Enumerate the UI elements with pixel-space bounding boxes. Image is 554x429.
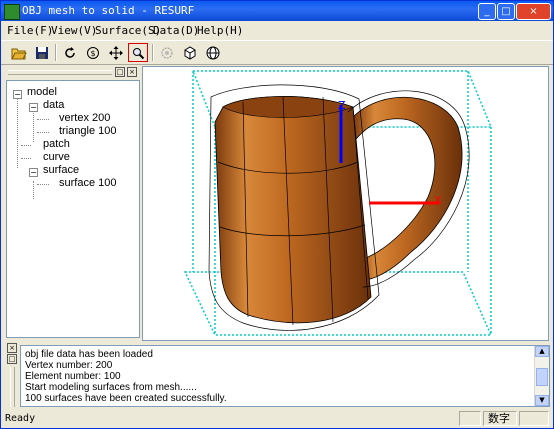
panel-float-button[interactable]: □ <box>115 67 125 77</box>
mug-model-render: Z X <box>183 70 493 336</box>
mug-handle <box>352 96 463 281</box>
toolbar: $ <box>1 40 553 65</box>
x-axis-label: X <box>434 194 442 207</box>
3d-viewport[interactable]: Z X <box>142 66 549 341</box>
close-button[interactable]: × <box>516 3 551 20</box>
tree-node-patch[interactable]: patch <box>43 138 70 150</box>
log-line: 100 surfaces have been created successfu… <box>25 393 227 404</box>
panel-grip[interactable] <box>8 70 112 75</box>
menu-bar: File(F) View(V) Surface(S) Data(D) Help(… <box>1 21 553 40</box>
mug-body <box>214 96 372 324</box>
expand-data-toggle[interactable]: − <box>29 103 38 112</box>
log-line: Start modeling surfaces from mesh...... <box>25 382 197 393</box>
svg-text:$: $ <box>90 49 95 58</box>
tree-node-surface[interactable]: surface <box>43 164 79 176</box>
minimize-button[interactable]: _ <box>478 3 496 20</box>
app-icon[interactable] <box>4 4 20 20</box>
status-text: Ready <box>5 413 36 424</box>
tree-node-curve[interactable]: curve <box>43 151 70 163</box>
tree-node-model[interactable]: model <box>27 86 57 98</box>
menu-view[interactable]: View(V) <box>51 24 97 37</box>
save-icon[interactable] <box>32 43 52 62</box>
expand-model-toggle[interactable]: − <box>13 90 22 99</box>
box-view-icon[interactable] <box>180 43 200 62</box>
scroll-thumb[interactable] <box>536 368 548 386</box>
tree-node-triangle[interactable]: triangle 100 <box>59 125 117 137</box>
status-pane-empty <box>459 411 481 426</box>
log-line: Vertex number: 200 <box>25 360 113 371</box>
window-title: OBJ mesh to solid - RESURF <box>22 4 195 17</box>
expand-surface-toggle[interactable]: − <box>29 168 38 177</box>
log-line: obj file data has been loaded <box>25 349 153 360</box>
z-axis-label: Z <box>338 99 346 112</box>
menu-data[interactable]: Data(D) <box>153 24 199 37</box>
panel-close-button[interactable]: × <box>127 67 137 77</box>
scroll-up-button[interactable]: ▲ <box>535 346 549 357</box>
scroll-down-button[interactable]: ▼ <box>535 395 549 406</box>
tree-node-vertex[interactable]: vertex 200 <box>59 112 110 124</box>
output-grip[interactable] <box>10 367 15 407</box>
output-close-button[interactable]: × <box>7 343 17 353</box>
open-folder-icon[interactable] <box>9 43 29 62</box>
output-panel-controls: × □ <box>6 343 18 407</box>
log-line: Element number: 100 <box>25 371 121 382</box>
mesh-icon[interactable] <box>157 43 177 62</box>
move-icon[interactable] <box>106 43 126 62</box>
output-log: obj file data has been loaded Vertex num… <box>20 345 550 407</box>
output-scrollbar[interactable]: ▲ ▼ <box>534 346 549 406</box>
tree-node-data[interactable]: data <box>43 99 64 111</box>
model-tree: − model − data vertex 200 triangle 100 p… <box>6 80 140 338</box>
model-tree-panel: □ × − model − data vertex 200 triangle 1… <box>6 66 140 338</box>
status-pane-empty <box>519 411 549 426</box>
panel-header: □ × <box>6 66 140 78</box>
menu-surface[interactable]: Surface(S) <box>95 24 161 37</box>
menu-help[interactable]: Help(H) <box>197 24 243 37</box>
rotate-icon[interactable] <box>60 43 80 62</box>
pan-icon[interactable]: $ <box>83 43 103 62</box>
zoom-window-icon[interactable] <box>128 43 148 62</box>
status-bar: Ready 数字 <box>1 409 553 428</box>
maximize-button[interactable]: □ <box>497 3 515 20</box>
globe-icon[interactable] <box>203 43 223 62</box>
output-float-button[interactable]: □ <box>7 354 17 364</box>
main-window: OBJ mesh to solid - RESURF _ □ × File(F)… <box>0 0 554 429</box>
menu-file[interactable]: File(F) <box>7 24 53 37</box>
status-pane-ime: 数字 <box>483 411 517 426</box>
title-bar[interactable]: OBJ mesh to solid - RESURF _ □ × <box>1 1 553 21</box>
tree-node-surface-100[interactable]: surface 100 <box>59 177 116 189</box>
